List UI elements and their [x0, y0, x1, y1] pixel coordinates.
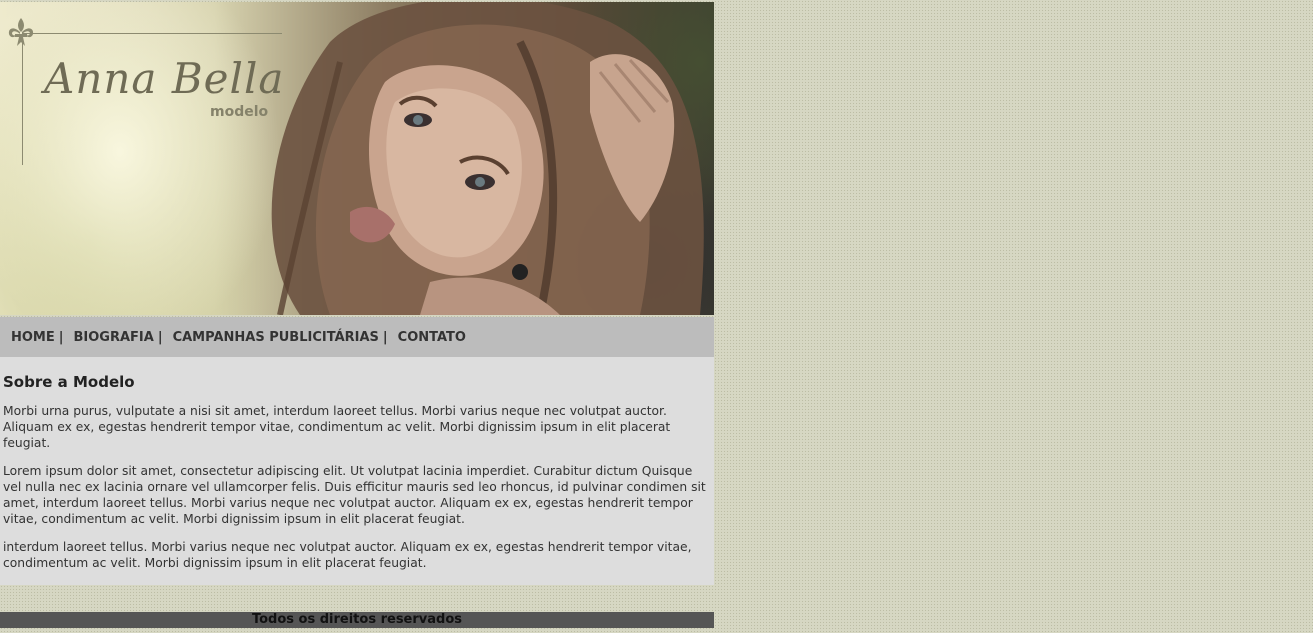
brand-frame-line-horizontal — [22, 33, 282, 34]
nav-separator: | — [157, 329, 163, 345]
main-nav: HOME | BIOGRAFIA | CAMPANHAS PUBLICITÁRI… — [0, 317, 714, 357]
header-banner: Anna Bella modelo — [0, 2, 714, 315]
nav-item-contato[interactable]: CONTATO — [398, 330, 466, 345]
nav-item-campanhas[interactable]: CAMPANHAS PUBLICITÁRIAS — [173, 330, 379, 345]
content-section: Sobre a Modelo Morbi urna purus, vulputa… — [0, 357, 714, 585]
nav-item-biografia[interactable]: BIOGRAFIA — [74, 330, 154, 345]
content-paragraph: Lorem ipsum dolor sit amet, consectetur … — [3, 464, 706, 526]
nav-item-home[interactable]: HOME — [11, 330, 55, 345]
brand-name: Anna Bella — [44, 54, 285, 103]
content-paragraph: Morbi urna purus, vulputate a nisi sit a… — [3, 404, 671, 450]
footer: Todos os direitos reservados — [0, 612, 714, 628]
brand-subtitle: modelo — [210, 104, 269, 120]
nav-separator: | — [58, 329, 64, 345]
page-wrapper: Anna Bella modelo HOME | BIOGRAFIA | CAM… — [0, 0, 714, 585]
nav-separator: | — [382, 329, 388, 345]
section-title: Sobre a Modelo — [3, 373, 135, 391]
model-portrait-photo — [271, 2, 704, 315]
fleur-de-lis-icon — [8, 18, 34, 46]
brand-frame-line-vertical — [22, 33, 23, 165]
content-paragraph: interdum laoreet tellus. Morbi varius ne… — [3, 540, 692, 570]
